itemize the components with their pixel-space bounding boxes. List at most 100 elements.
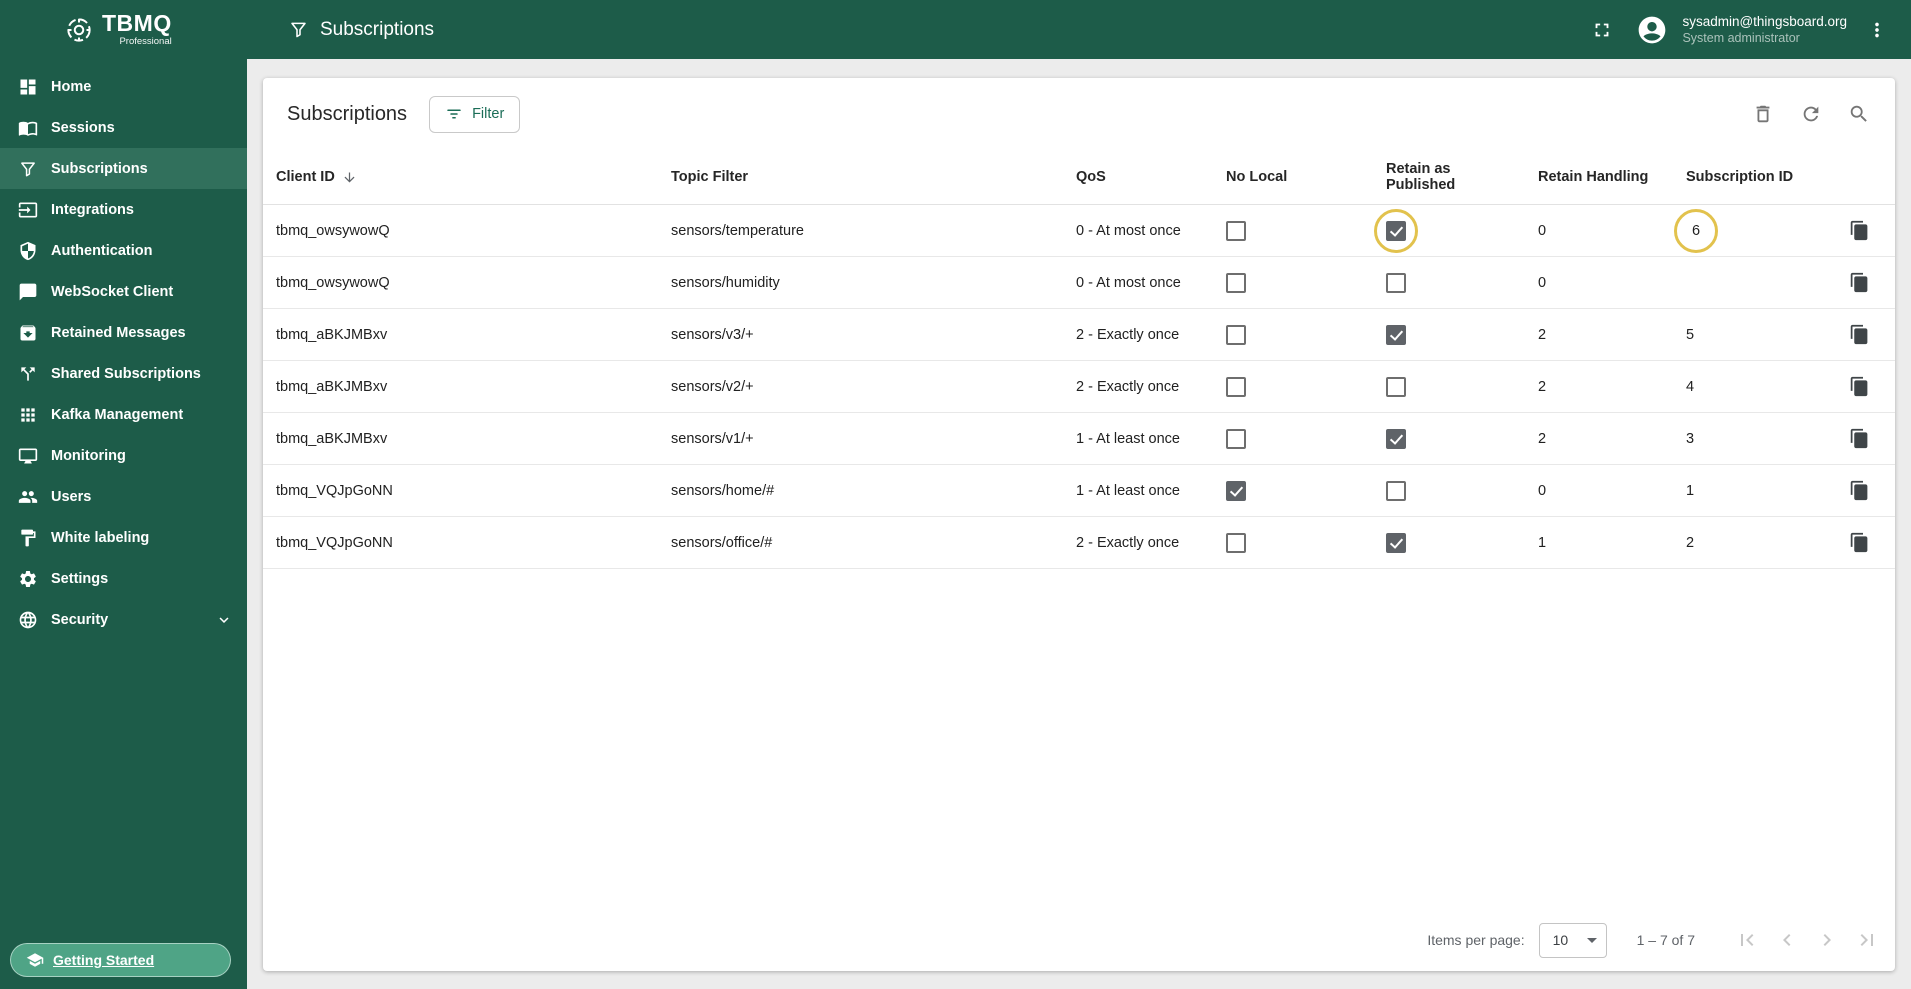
sidebar-item-white-labeling[interactable]: White labeling: [0, 517, 247, 558]
logo-text: TBMQ Professional: [102, 10, 172, 48]
sidebar-item-label: White labeling: [51, 529, 150, 546]
sidebar-item-retained-messages[interactable]: Retained Messages: [0, 312, 247, 353]
next-page-button[interactable]: [1807, 920, 1847, 960]
getting-started-button[interactable]: Getting Started: [10, 943, 231, 977]
sidebar-item-authentication[interactable]: Authentication: [0, 230, 247, 271]
sidebar-item-subscriptions[interactable]: Subscriptions: [0, 148, 247, 189]
retain-as-published-checkbox[interactable]: [1386, 428, 1406, 449]
logo-title: TBMQ: [102, 10, 172, 36]
avatar[interactable]: [1632, 10, 1672, 50]
copy-button[interactable]: [1841, 369, 1877, 405]
table-row[interactable]: tbmq_VQJpGoNN sensors/home/# 1 - At leas…: [263, 465, 1895, 517]
refresh-button[interactable]: [1791, 94, 1831, 134]
table-row[interactable]: tbmq_aBKJMBxv sensors/v3/+ 2 - Exactly o…: [263, 309, 1895, 361]
page-title: Subscriptions: [288, 19, 434, 41]
cell-retain-handling: 2: [1538, 326, 1547, 343]
cell-client-id: tbmq_aBKJMBxv: [276, 430, 388, 447]
column-header-client-id[interactable]: Client ID: [263, 169, 663, 185]
column-header-topic-filter[interactable]: Topic Filter: [663, 169, 1068, 185]
cell-subscription-id: 4: [1686, 378, 1695, 395]
table-row[interactable]: tbmq_VQJpGoNN sensors/office/# 2 - Exact…: [263, 517, 1895, 569]
no-local-checkbox[interactable]: [1226, 376, 1246, 397]
retain-as-published-checkbox[interactable]: [1386, 532, 1406, 553]
page-size-select[interactable]: 10: [1538, 922, 1607, 958]
table-row[interactable]: tbmq_owsywowQ sensors/temperature 0 - At…: [263, 205, 1895, 257]
search-button[interactable]: [1839, 94, 1879, 134]
sidebar-item-label: Security: [51, 611, 109, 628]
no-local-checkbox[interactable]: [1226, 480, 1246, 501]
highlight-ring: [1374, 208, 1418, 253]
column-header-retain-handling[interactable]: Retain Handling: [1530, 169, 1678, 185]
sidebar-item-security[interactable]: Security: [0, 599, 247, 640]
sidebar-item-label: Monitoring: [51, 447, 126, 464]
cell-subscription-id: 2: [1686, 534, 1695, 551]
cell-subscription-id: 3: [1686, 430, 1695, 447]
search-icon: [1850, 105, 1867, 122]
delete-button[interactable]: [1743, 94, 1783, 134]
chevron-down-icon[interactable]: [215, 611, 233, 629]
cell-retain-handling: 2: [1538, 378, 1547, 395]
subscriptions-funnel-icon: [21, 161, 35, 176]
retain-as-published-checkbox[interactable]: [1386, 480, 1406, 501]
logo-subtitle: Professional: [119, 36, 172, 47]
copy-button[interactable]: [1841, 473, 1877, 509]
sidebar-item-label: Home: [51, 78, 92, 95]
retain-as-published-checkbox[interactable]: [1386, 324, 1406, 345]
sidebar-item-settings[interactable]: Settings: [0, 558, 247, 599]
sidebar-item-shared-subscriptions[interactable]: Shared Subscriptions: [0, 353, 247, 394]
retain-as-published-checkbox[interactable]: [1386, 220, 1406, 241]
sidebar-item-home[interactable]: Home: [0, 66, 247, 107]
last-page-icon: [1860, 934, 1873, 946]
cell-retain-handling: 0: [1538, 274, 1547, 291]
sidebar-item-websocket-client[interactable]: WebSocket Client: [0, 271, 247, 312]
no-local-checkbox[interactable]: [1226, 532, 1246, 553]
cell-qos: 1 - At least once: [1076, 482, 1180, 499]
last-page-button[interactable]: [1847, 920, 1887, 960]
copy-button[interactable]: [1841, 265, 1877, 301]
column-header-retain-as-published[interactable]: Retain as Published: [1378, 161, 1530, 193]
paginator: Items per page: 10 1 – 7 of 7: [263, 909, 1895, 971]
no-local-checkbox[interactable]: [1226, 324, 1246, 345]
copy-icon: [1850, 376, 1867, 397]
no-local-checkbox[interactable]: [1226, 428, 1246, 449]
cell-topic-filter: sensors/temperature: [671, 222, 804, 239]
copy-button[interactable]: [1841, 317, 1877, 353]
more-menu-button[interactable]: [1857, 10, 1897, 50]
tbmq-logo[interactable]: TBMQ Professional: [0, 12, 247, 47]
copy-button[interactable]: [1841, 421, 1877, 457]
previous-page-button[interactable]: [1767, 920, 1807, 960]
retain-as-published-checkbox[interactable]: [1386, 272, 1406, 293]
cell-topic-filter: sensors/v1/+: [671, 430, 754, 447]
column-header-no-local[interactable]: No Local: [1218, 169, 1378, 185]
sidebar-item-label: Shared Subscriptions: [51, 365, 201, 382]
first-page-button[interactable]: [1727, 920, 1767, 960]
sidebar-item-users[interactable]: Users: [0, 476, 247, 517]
sidebar-item-kafka-management[interactable]: Kafka Management: [0, 394, 247, 435]
user-menu[interactable]: sysadmin@thingsboard.org System administ…: [1632, 10, 1847, 50]
sidebar-item-label: Authentication: [51, 242, 153, 259]
page-size-control: Items per page: 10: [1427, 922, 1607, 958]
sidebar-item-sessions[interactable]: Sessions: [0, 107, 247, 148]
no-local-checkbox[interactable]: [1226, 220, 1246, 241]
table-row[interactable]: tbmq_aBKJMBxv sensors/v2/+ 2 - Exactly o…: [263, 361, 1895, 413]
cell-client-id: tbmq_owsywowQ: [276, 274, 390, 291]
content-area: Subscriptions Filter Client ID Topic Fil…: [247, 59, 1911, 989]
table-row[interactable]: tbmq_owsywowQ sensors/humidity 0 - At mo…: [263, 257, 1895, 309]
no-local-checkbox[interactable]: [1226, 272, 1246, 293]
sidebar-item-monitoring[interactable]: Monitoring: [0, 435, 247, 476]
integrations-icon: [18, 202, 38, 217]
column-header-subscription-id[interactable]: Subscription ID: [1678, 169, 1831, 185]
filter-button[interactable]: Filter: [429, 95, 521, 133]
copy-button[interactable]: [1841, 525, 1877, 561]
copy-button[interactable]: [1841, 213, 1877, 249]
retain-as-published-checkbox[interactable]: [1386, 376, 1406, 397]
table-header-row: Client ID Topic Filter QoS No Local Reta…: [263, 150, 1895, 205]
paginator-nav: [1727, 920, 1887, 960]
fullscreen-button[interactable]: [1582, 10, 1622, 50]
table-row[interactable]: tbmq_aBKJMBxv sensors/v1/+ 1 - At least …: [263, 413, 1895, 465]
column-header-qos[interactable]: QoS: [1068, 169, 1218, 185]
users-icon: [18, 490, 38, 503]
sidebar-item-integrations[interactable]: Integrations: [0, 189, 247, 230]
cell-retain-handling: 2: [1538, 430, 1547, 447]
chevron-left-icon: [1783, 934, 1791, 946]
